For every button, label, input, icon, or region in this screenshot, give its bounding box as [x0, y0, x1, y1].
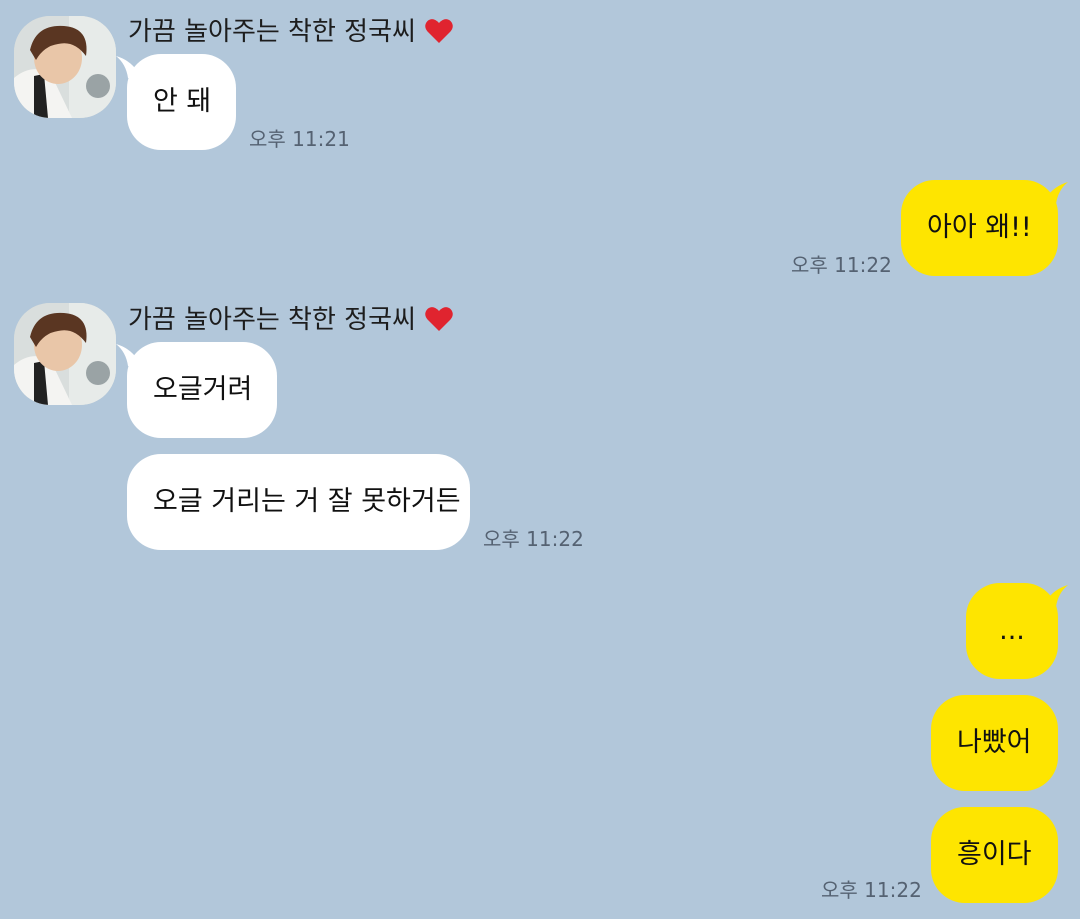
message-text: 아아 왜!!	[927, 212, 1032, 243]
message-bubble[interactable]: 오글 거리는 거 잘 못하거든	[127, 454, 470, 550]
avatar[interactable]	[14, 303, 116, 405]
message-timestamp: 오후 11:22	[791, 253, 892, 277]
bubble-tail	[1046, 585, 1068, 607]
message-bubble[interactable]: 아아 왜!!	[901, 180, 1058, 276]
message-bubble[interactable]: 흥이다	[931, 807, 1058, 903]
message-bubble[interactable]: 나빴어	[931, 695, 1058, 791]
message-timestamp: 오후 11:22	[821, 878, 922, 902]
message-text: 오글 거리는 거 잘 못하거든	[153, 486, 461, 517]
message-text: ...	[999, 615, 1025, 646]
red-heart-icon	[425, 19, 453, 43]
message-text: 오글거려	[153, 374, 253, 405]
message-text: 안 돼	[153, 86, 212, 117]
message-text: 나빴어	[957, 727, 1032, 758]
bubble-tail	[1046, 182, 1068, 204]
message-bubble[interactable]: 안 돼	[127, 54, 236, 150]
message-bubble[interactable]: 오글거려	[127, 342, 277, 438]
message-timestamp: 오후 11:21	[249, 127, 350, 151]
red-heart-icon	[425, 307, 453, 331]
message-text: 흥이다	[957, 839, 1032, 870]
sender-name: 가끔 놀아주는 착한 정국씨	[128, 14, 454, 50]
message-timestamp: 오후 11:22	[483, 527, 584, 551]
message-bubble[interactable]: ...	[966, 583, 1058, 679]
sender-name: 가끔 놀아주는 착한 정국씨	[128, 302, 454, 338]
avatar[interactable]	[14, 16, 116, 118]
